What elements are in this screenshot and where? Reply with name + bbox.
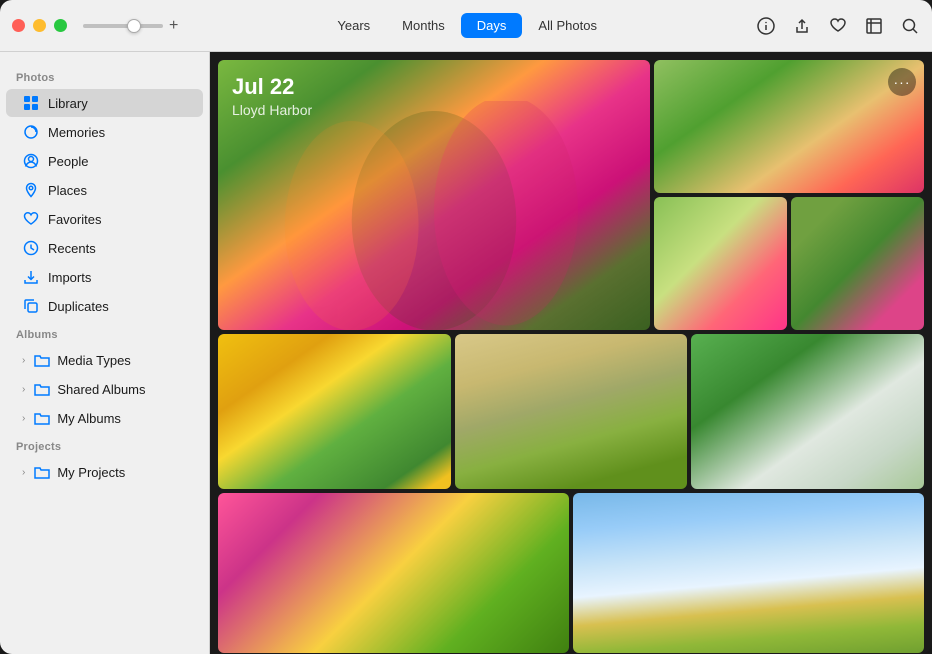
share-icon[interactable] — [792, 16, 812, 36]
favorites-label: Favorites — [48, 212, 101, 227]
chevron-shared-albums: › — [22, 384, 25, 395]
titlebar: + Years Months Days All Photos — [0, 0, 932, 52]
main-content: Photos Library — [0, 52, 932, 654]
photo-row3-1[interactable] — [218, 493, 569, 653]
recents-label: Recents — [48, 241, 96, 256]
traffic-lights — [12, 19, 67, 32]
my-albums-label: My Albums — [57, 411, 121, 426]
sidebar-item-memories[interactable]: Memories — [6, 118, 203, 146]
import-icon — [22, 268, 40, 286]
date-subtitle: Lloyd Harbor — [232, 102, 312, 118]
chevron-my-albums: › — [22, 413, 25, 424]
zoom-plus-button[interactable]: + — [169, 17, 178, 35]
folder-media-types-icon — [33, 351, 51, 369]
edit-icon[interactable] — [864, 16, 884, 36]
info-icon[interactable] — [756, 16, 776, 36]
clock-icon — [22, 239, 40, 257]
sidebar-section-photos: Photos — [0, 64, 209, 88]
search-icon[interactable] — [900, 16, 920, 36]
tab-years[interactable]: Years — [321, 13, 386, 38]
tab-months[interactable]: Months — [386, 13, 461, 38]
media-types-label: Media Types — [57, 353, 130, 368]
photo-row3-2[interactable] — [573, 493, 924, 653]
imports-label: Imports — [48, 270, 91, 285]
sidebar-item-library[interactable]: Library — [6, 89, 203, 117]
people-label: People — [48, 154, 88, 169]
memories-label: Memories — [48, 125, 105, 140]
more-options-button[interactable]: ··· — [888, 68, 916, 96]
photo-row2-2[interactable] — [455, 334, 688, 489]
zoom-control: + — [83, 17, 178, 35]
sidebar-item-imports[interactable]: Imports — [6, 263, 203, 291]
favorite-icon[interactable] — [828, 16, 848, 36]
sidebar-group-media-types[interactable]: › Media Types — [6, 346, 203, 374]
tab-allphotos[interactable]: All Photos — [522, 13, 613, 38]
folder-shared-albums-icon — [33, 380, 51, 398]
shared-albums-label: Shared Albums — [57, 382, 145, 397]
sidebar-group-my-albums[interactable]: › My Albums — [6, 404, 203, 432]
location-icon — [22, 181, 40, 199]
sidebar-item-favorites[interactable]: Favorites — [6, 205, 203, 233]
sidebar-item-people[interactable]: People — [6, 147, 203, 175]
close-button[interactable] — [12, 19, 25, 32]
photo-grid-icon — [22, 94, 40, 112]
fullscreen-button[interactable] — [54, 19, 67, 32]
photo-main-large[interactable]: Jul 22 Lloyd Harbor — [218, 60, 650, 330]
photo-bottom-right-2[interactable] — [791, 197, 924, 330]
sidebar-section-projects: Projects — [0, 433, 209, 457]
date-title: Jul 22 — [232, 74, 312, 100]
photo-row2-1[interactable] — [218, 334, 451, 489]
view-tabs: Years Months Days All Photos — [178, 13, 756, 38]
memories-icon — [22, 123, 40, 141]
sidebar-section-albums: Albums — [0, 321, 209, 345]
chevron-my-projects: › — [22, 467, 25, 478]
folder-my-projects-icon — [33, 463, 51, 481]
sidebar-item-recents[interactable]: Recents — [6, 234, 203, 262]
person-circle-icon — [22, 152, 40, 170]
places-label: Places — [48, 183, 87, 198]
photo-area: Jul 22 Lloyd Harbor ··· — [210, 52, 932, 654]
sidebar-group-my-projects[interactable]: › My Projects — [6, 458, 203, 486]
zoom-thumb — [127, 19, 141, 33]
photo-bottom-right-1[interactable] — [654, 197, 787, 330]
app-window: + Years Months Days All Photos — [0, 0, 932, 654]
chevron-media-types: › — [22, 355, 25, 366]
minimize-button[interactable] — [33, 19, 46, 32]
toolbar-icons — [756, 16, 920, 36]
my-projects-label: My Projects — [57, 465, 125, 480]
duplicates-label: Duplicates — [48, 299, 109, 314]
sidebar-item-duplicates[interactable]: Duplicates — [6, 292, 203, 320]
date-overlay: Jul 22 Lloyd Harbor — [232, 74, 312, 118]
duplicate-icon — [22, 297, 40, 315]
tab-days[interactable]: Days — [461, 13, 523, 38]
sidebar: Photos Library — [0, 52, 210, 654]
heart-icon — [22, 210, 40, 228]
folder-my-albums-icon — [33, 409, 51, 427]
photo-row2-3[interactable] — [691, 334, 924, 489]
sidebar-item-places[interactable]: Places — [6, 176, 203, 204]
zoom-slider[interactable] — [83, 24, 163, 28]
more-dots-icon: ··· — [894, 74, 911, 90]
library-label: Library — [48, 96, 88, 111]
sidebar-group-shared-albums[interactable]: › Shared Albums — [6, 375, 203, 403]
photo-top-right[interactable]: ··· — [654, 60, 924, 193]
